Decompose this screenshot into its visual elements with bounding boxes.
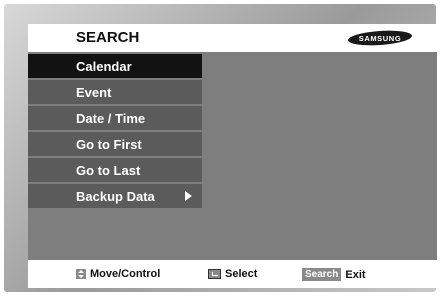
- menu-item-date-time[interactable]: Date / Time: [28, 106, 202, 130]
- submenu-arrow-icon: [185, 191, 192, 201]
- menu-item-label: Date / Time: [76, 110, 146, 126]
- menu-item-backup-data[interactable]: Backup Data: [28, 184, 202, 208]
- menu-item-label: Go to Last: [76, 162, 141, 178]
- select-hint: Select: [208, 268, 257, 280]
- search-menu: Calendar Event Date / Time Go to First G…: [28, 54, 202, 210]
- monitor-bezel: SEARCH SAMSUNG Calendar Event Date / Tim…: [4, 4, 437, 292]
- svg-text:SAMSUNG: SAMSUNG: [359, 34, 402, 43]
- exit-label: Exit: [345, 268, 366, 281]
- move-control-label: Move/Control: [90, 268, 161, 280]
- menu-item-go-to-first[interactable]: Go to First: [28, 132, 202, 156]
- updown-icon: [76, 269, 86, 279]
- exit-hint: Search Exit: [302, 268, 366, 281]
- osd-header: SEARCH SAMSUNG: [28, 24, 437, 52]
- menu-item-label: Event: [76, 84, 112, 100]
- samsung-logo: SAMSUNG: [348, 30, 412, 46]
- move-control-hint: Move/Control: [76, 268, 160, 280]
- osd-screen: SEARCH SAMSUNG Calendar Event Date / Tim…: [28, 24, 437, 288]
- search-key-badge: Search: [302, 268, 342, 281]
- menu-item-go-to-last[interactable]: Go to Last: [28, 158, 202, 182]
- menu-item-label: Calendar: [76, 58, 132, 74]
- menu-item-event[interactable]: Event: [28, 80, 202, 104]
- osd-footer: Move/Control Select Search Exit: [28, 260, 437, 288]
- menu-item-calendar[interactable]: Calendar: [28, 54, 202, 78]
- page-title: SEARCH: [76, 29, 140, 46]
- menu-item-label: Backup Data: [76, 188, 155, 204]
- enter-icon: [208, 269, 221, 279]
- menu-item-label: Go to First: [76, 136, 142, 152]
- select-label: Select: [225, 268, 258, 280]
